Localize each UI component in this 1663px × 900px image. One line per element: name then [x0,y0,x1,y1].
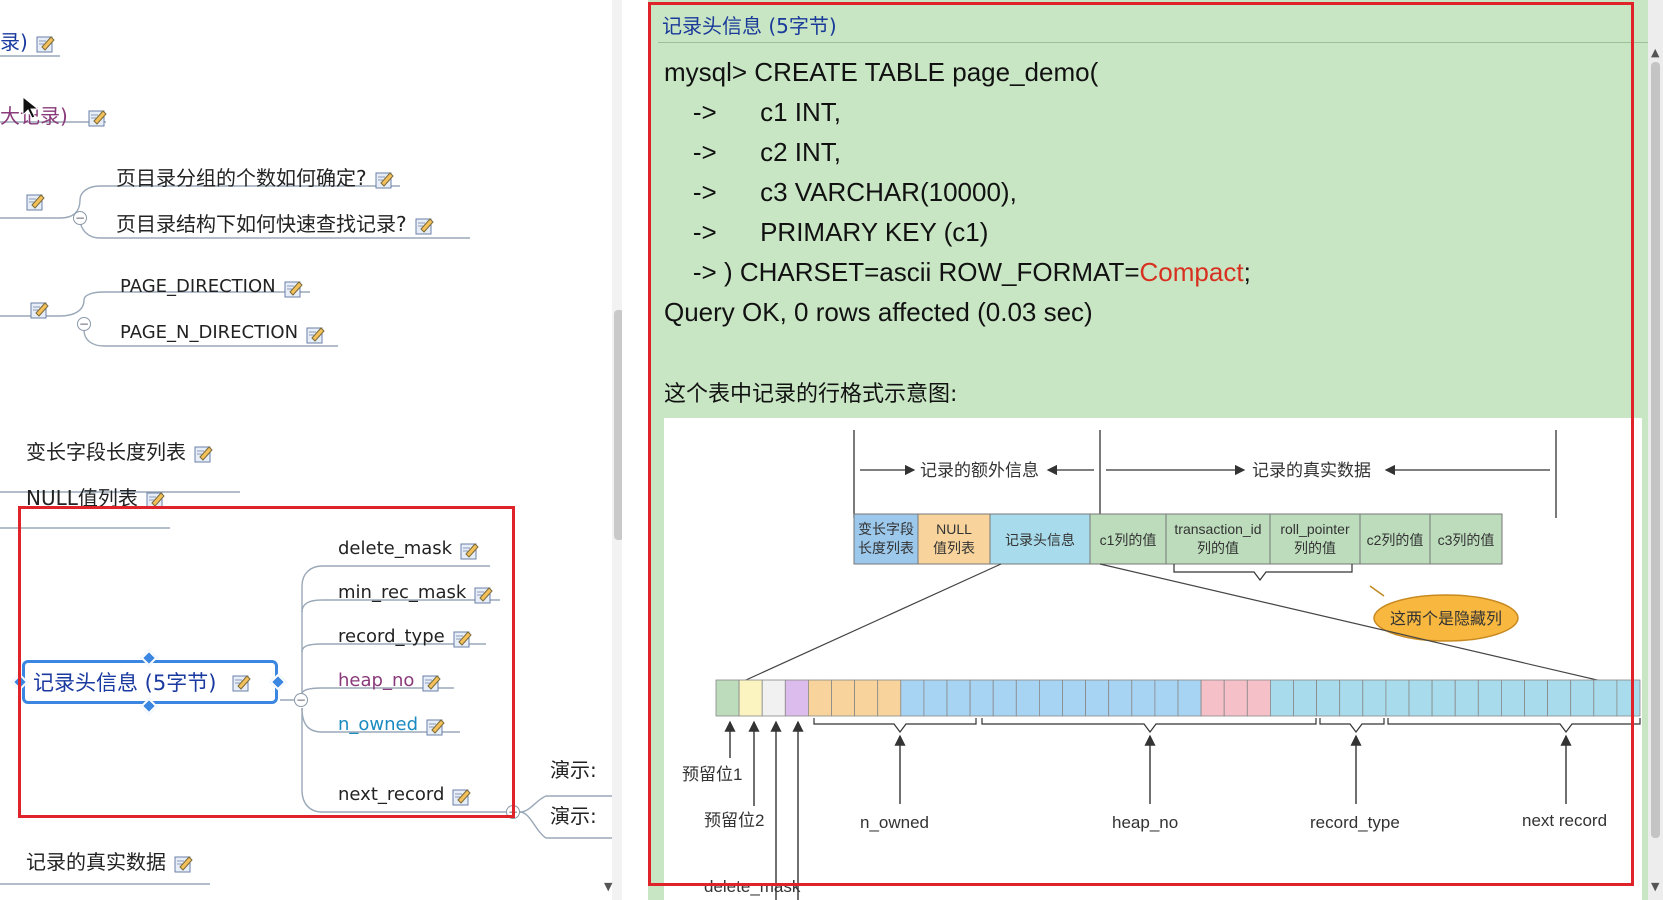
note-edit-icon[interactable] [415,216,434,235]
highlight-box-note [648,2,1634,886]
highlight-box-record-header [18,506,515,818]
note-edit-icon[interactable] [194,444,213,463]
note-edit-icon[interactable] [174,854,193,873]
map-node-label: 变长字段长度列表 [26,440,186,464]
mouse-cursor-icon [22,96,40,119]
map-node-label: 演示: [550,804,597,828]
map-node-label: 演示: [550,758,597,782]
map-node-page-direction[interactable]: PAGE_DIRECTION [120,278,303,298]
map-node-direction-parent[interactable] [22,300,49,319]
note-edit-icon[interactable] [26,192,45,211]
map-node-label: 页目录分组的个数如何确定? [116,166,367,190]
note-edit-icon[interactable] [30,300,49,319]
note-edit-icon[interactable] [36,34,55,53]
map-node-demo-2[interactable]: 演示: [550,806,597,828]
map-node-label: PAGE_DIRECTION [120,276,276,297]
map-node-dir-fast-lookup[interactable]: 页目录结构下如何快速查找记录? [116,214,434,236]
map-node-label: PAGE_N_DIRECTION [120,322,299,343]
map-node-page-n-direction[interactable]: PAGE_N_DIRECTION [120,324,325,344]
map-node-real-data[interactable]: 记录的真实数据 [26,852,193,874]
note-edit-icon[interactable] [375,170,394,189]
note-edit-icon[interactable] [284,279,303,298]
mindmap-scrollbar[interactable] [612,0,622,900]
map-node-label: 记录的真实数据 [26,850,166,874]
note-edit-icon[interactable] [88,108,107,127]
map-node-partial-2[interactable]: 大记录) [0,106,107,128]
scrollbar-thumb[interactable] [1651,62,1660,838]
map-node-label: 录) [0,30,28,54]
map-node-var-len-list[interactable]: 变长字段长度列表 [26,442,213,464]
scroll-down-arrow-icon[interactable]: ▼ [1651,880,1659,893]
collapse-toggle[interactable]: − [73,211,87,225]
scrollbar-thumb[interactable] [614,310,622,540]
scroll-up-arrow-icon[interactable]: ▲ [1651,46,1659,59]
map-node-directory-parent[interactable] [18,192,45,211]
note-edit-icon[interactable] [306,325,325,344]
map-node-label: 页目录结构下如何快速查找记录? [116,212,407,236]
map-node-demo-1[interactable]: 演示: [550,760,597,782]
collapse-toggle[interactable]: − [77,317,91,331]
map-node-dir-group-count[interactable]: 页目录分组的个数如何确定? [116,168,394,190]
map-node-partial-1[interactable]: 录) [0,32,55,54]
note-scrollbar[interactable] [1648,0,1663,900]
left-scroll-down-arrow-icon[interactable]: ▼ [604,880,612,893]
